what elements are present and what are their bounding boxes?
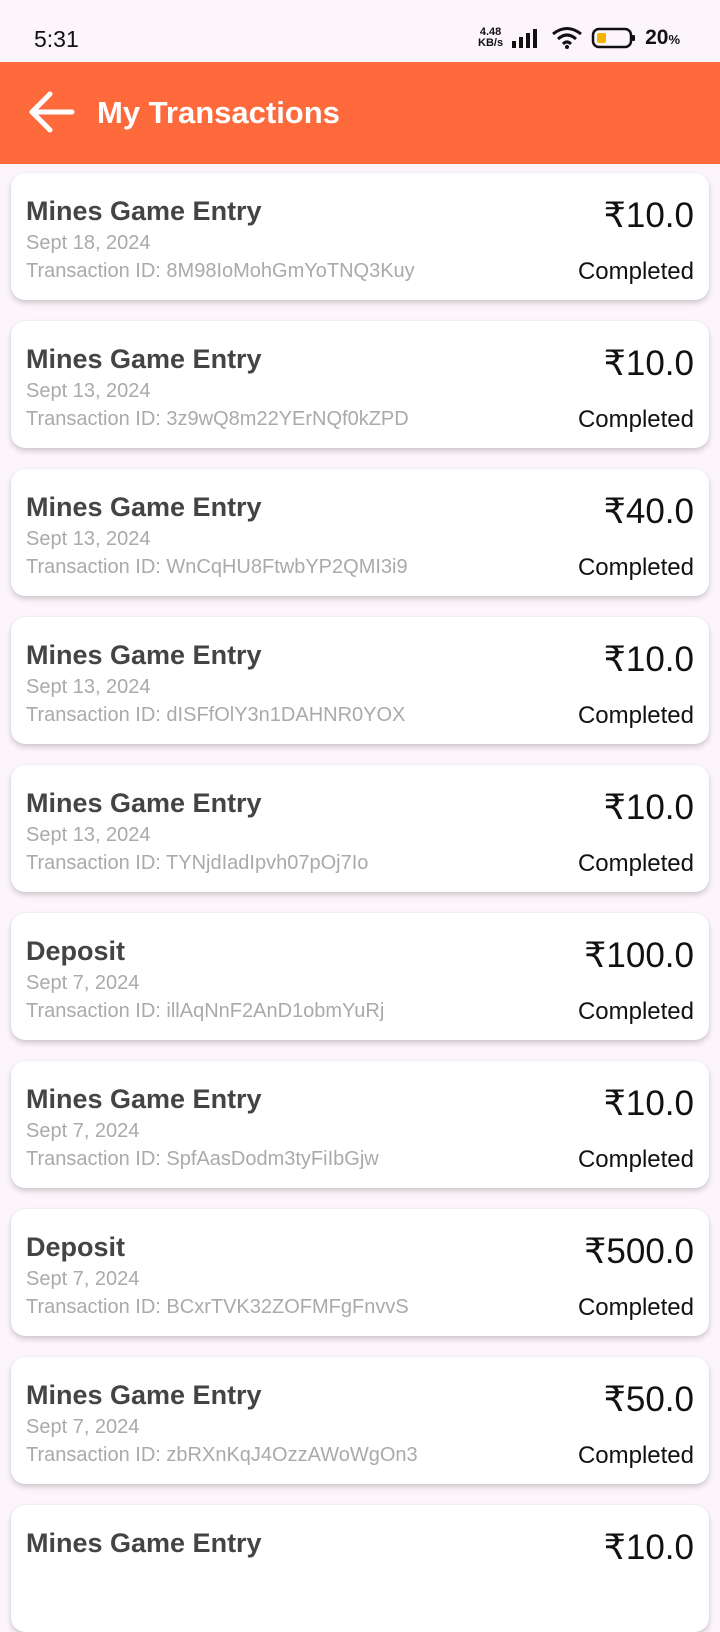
battery-icon (591, 27, 636, 49)
transaction-title: Deposit (26, 1232, 126, 1262)
transaction-title: Deposit (26, 936, 126, 966)
transaction-title: Mines Game Entry (26, 1380, 262, 1410)
transaction-date: Sept 7, 2024 (26, 972, 140, 994)
transaction-id: Transaction ID: illAqNnF2AnD1obmYuRj (26, 1000, 385, 1022)
back-button[interactable] (26, 88, 78, 140)
transaction-card[interactable]: Mines Game Entry Sept 18, 2024 Transacti… (11, 173, 709, 300)
transaction-amount: ₹10.0 (603, 196, 694, 235)
transaction-amount: ₹10.0 (603, 1084, 694, 1123)
transaction-date: Sept 7, 2024 (26, 1120, 140, 1142)
transaction-status: Completed (577, 258, 694, 285)
transaction-date: Sept 13, 2024 (26, 380, 151, 402)
arrow-left-icon (29, 91, 75, 133)
status-icons: 4.48 KB/s 20% (478, 26, 680, 50)
network-speed-unit: KB/s (478, 37, 504, 49)
transaction-card[interactable]: Mines Game Entry Sept 7, 2024 Transactio… (11, 1061, 709, 1188)
signal-icon (512, 29, 538, 48)
transaction-id: Transaction ID: 3z9wQ8m22YErNQf0kZPD (26, 408, 409, 430)
transaction-amount: ₹10.0 (603, 1528, 694, 1567)
page-title: My Transactions (97, 95, 340, 130)
network-speed: 4.48 KB/s (478, 27, 503, 49)
app-bar: My Transactions (0, 62, 720, 164)
battery-percent-unit: % (668, 32, 680, 47)
transaction-id: Transaction ID: BCxrTVK32ZOFMFgFnvvS (26, 1296, 409, 1318)
transaction-status: Completed (577, 702, 694, 729)
transaction-date: Sept 13, 2024 (26, 824, 151, 846)
transaction-id: Transaction ID: dISFfOlY3n1DAHNR0YOX (26, 704, 406, 726)
transaction-title: Mines Game Entry (26, 640, 262, 670)
transaction-id: Transaction ID: zbRXnKqJ4OzzAWoWgOn3 (26, 1444, 418, 1466)
transaction-id: Transaction ID: WnCqHU8FtwbYP2QMI3i9 (26, 556, 408, 578)
transaction-card[interactable]: Deposit Sept 7, 2024 Transaction ID: ill… (11, 913, 709, 1040)
transaction-card[interactable]: Mines Game Entry Sept 13, 2024 Transacti… (11, 765, 709, 892)
transaction-card[interactable]: Mines Game Entry Sept 13, 2024 Transacti… (11, 617, 709, 744)
battery-percent-text: 20% (645, 26, 680, 50)
transaction-title: Mines Game Entry (26, 788, 262, 818)
transaction-amount: ₹10.0 (603, 788, 694, 827)
transaction-card[interactable]: Mines Game Entry Sept 13, 2024 Transacti… (11, 321, 709, 448)
transaction-id: Transaction ID: 8M98IoMohGmYoTNQ3Kuy (26, 260, 415, 282)
transaction-card[interactable]: Mines Game Entry ₹10.0 (11, 1505, 709, 1632)
transaction-card[interactable]: Deposit Sept 7, 2024 Transaction ID: BCx… (11, 1209, 709, 1336)
transaction-date: Sept 7, 2024 (26, 1416, 140, 1438)
transaction-status: Completed (577, 1146, 694, 1173)
transaction-status: Completed (577, 1442, 694, 1469)
wifi-icon (552, 27, 583, 49)
transaction-date: Sept 13, 2024 (26, 676, 151, 698)
transaction-status: Completed (577, 850, 694, 877)
transaction-id: Transaction ID: SpfAasDodm3tyFiIbGjw (26, 1148, 379, 1170)
transaction-date: Sept 18, 2024 (26, 232, 151, 254)
status-time: 5:31 (34, 26, 79, 52)
transaction-date: Sept 7, 2024 (26, 1268, 140, 1290)
transaction-date: Sept 13, 2024 (26, 528, 151, 550)
transaction-card[interactable]: Mines Game Entry Sept 7, 2024 Transactio… (11, 1357, 709, 1484)
transaction-title: Mines Game Entry (26, 196, 262, 226)
transaction-title: Mines Game Entry (26, 1084, 262, 1114)
transaction-status: Completed (577, 554, 694, 581)
transaction-title: Mines Game Entry (26, 344, 262, 374)
transaction-status: Completed (577, 998, 694, 1025)
transaction-amount: ₹50.0 (603, 1380, 694, 1419)
transaction-card[interactable]: Mines Game Entry Sept 13, 2024 Transacti… (11, 469, 709, 596)
battery-percent: 20 (645, 26, 669, 49)
transaction-amount: ₹100.0 (584, 936, 694, 975)
transaction-amount: ₹10.0 (603, 640, 694, 679)
transaction-id: Transaction ID: TYNjdIadIpvh07pOj7Io (26, 852, 369, 874)
transaction-status: Completed (577, 1294, 694, 1321)
transaction-amount: ₹10.0 (603, 344, 694, 383)
transaction-status: Completed (577, 406, 694, 433)
transaction-amount: ₹40.0 (603, 492, 694, 531)
transaction-title: Mines Game Entry (26, 1528, 262, 1558)
status-bar: 5:31 4.48 KB/s 20% (0, 0, 720, 62)
transaction-title: Mines Game Entry (26, 492, 262, 522)
transaction-amount: ₹500.0 (584, 1232, 694, 1271)
